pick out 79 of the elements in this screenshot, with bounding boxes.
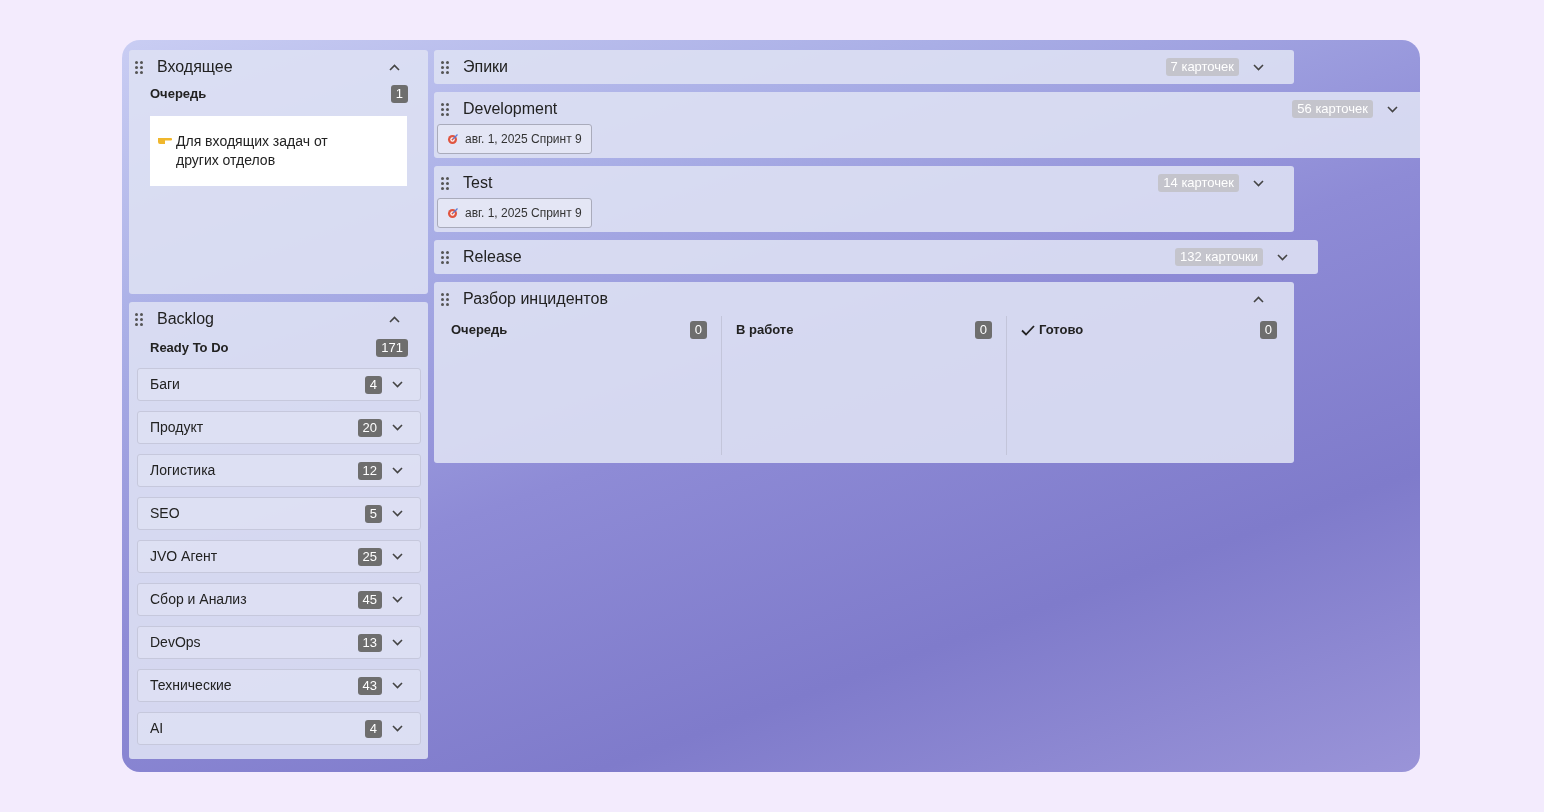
swimlane-name: AI bbox=[150, 719, 165, 738]
swimlane-name: Технические bbox=[150, 676, 233, 695]
drag-handle-icon[interactable] bbox=[441, 292, 449, 306]
lane-title: Эпики bbox=[463, 57, 510, 77]
drag-handle-icon[interactable] bbox=[135, 312, 143, 326]
count-badge: 171 bbox=[376, 339, 408, 357]
chevron-up-icon[interactable] bbox=[389, 315, 400, 323]
sprint-tag[interactable]: авг. 1, 2025 Спринт 9 bbox=[437, 198, 592, 228]
drag-handle-icon[interactable] bbox=[135, 60, 143, 74]
chevron-up-icon[interactable] bbox=[389, 63, 400, 71]
chevron-down-icon[interactable] bbox=[392, 639, 403, 646]
count-badge: 4 bbox=[364, 375, 382, 394]
lane-title: Test bbox=[463, 173, 494, 193]
drag-handle-icon[interactable] bbox=[441, 176, 449, 190]
lane-title: Release bbox=[463, 247, 523, 267]
count-badge: 5 bbox=[364, 504, 382, 523]
panel-title: Backlog bbox=[157, 309, 214, 329]
chevron-down-icon[interactable] bbox=[392, 510, 403, 517]
chevron-down-icon[interactable] bbox=[392, 725, 403, 732]
count-badge: 13 bbox=[357, 633, 382, 652]
count-badge: 0 bbox=[974, 321, 992, 339]
count-badge: 43 bbox=[357, 676, 382, 695]
count-badge: 1 bbox=[390, 85, 408, 103]
swimlane-row[interactable]: Логистика 12 bbox=[137, 454, 421, 487]
chevron-up-icon[interactable] bbox=[1253, 295, 1264, 303]
column-title: В работе bbox=[736, 321, 794, 340]
card-count-badge: 14 карточек bbox=[1158, 174, 1239, 192]
chevron-down-icon[interactable] bbox=[392, 467, 403, 474]
count-badge: 45 bbox=[357, 590, 382, 609]
pointing-hand-icon bbox=[158, 135, 172, 145]
lane-title: Разбор инцидентов bbox=[463, 289, 609, 309]
swimlane-row[interactable]: Сбор и Анализ 45 bbox=[137, 583, 421, 616]
chevron-down-icon[interactable] bbox=[392, 424, 403, 431]
chevron-down-icon[interactable] bbox=[392, 596, 403, 603]
count-badge: 25 bbox=[357, 547, 382, 566]
swimlane-row[interactable]: DevOps 13 bbox=[137, 626, 421, 659]
count-badge: 0 bbox=[689, 321, 707, 339]
chevron-down-icon[interactable] bbox=[392, 381, 403, 388]
card-count-badge: 56 карточек bbox=[1292, 100, 1373, 118]
count-badge: 12 bbox=[357, 461, 382, 480]
chevron-down-icon[interactable] bbox=[392, 553, 403, 560]
swimlane-row[interactable]: Баги 4 bbox=[137, 368, 421, 401]
card-count-badge: 132 карточки bbox=[1175, 248, 1263, 266]
swimlane-name: SEO bbox=[150, 504, 181, 523]
target-icon bbox=[447, 133, 459, 145]
task-card[interactable]: Для входящих задач от других отделов bbox=[150, 116, 407, 186]
column-title: Очередь bbox=[451, 321, 508, 340]
swimlane-row[interactable]: Технические 43 bbox=[137, 669, 421, 702]
count-badge: 0 bbox=[1259, 321, 1277, 339]
column-title: Ready To Do bbox=[150, 339, 229, 358]
column-title: Очередь bbox=[150, 85, 207, 104]
chevron-down-icon[interactable] bbox=[1387, 105, 1398, 113]
swimlane-row[interactable]: Продукт 20 bbox=[137, 411, 421, 444]
column-title: Готово bbox=[1039, 321, 1084, 340]
panel-title: Входящее bbox=[157, 57, 233, 77]
drag-handle-icon[interactable] bbox=[441, 60, 449, 74]
swimlane-name: Сбор и Анализ bbox=[150, 590, 248, 609]
chevron-down-icon[interactable] bbox=[392, 682, 403, 689]
checkmark-icon bbox=[1021, 324, 1035, 336]
count-badge: 4 bbox=[364, 719, 382, 738]
swimlane-name: Баги bbox=[150, 375, 181, 394]
chevron-down-icon[interactable] bbox=[1277, 253, 1288, 261]
sprint-tag[interactable]: авг. 1, 2025 Спринт 9 bbox=[437, 124, 592, 154]
lane-title: Development bbox=[463, 99, 559, 119]
swimlane-name: JVO Агент bbox=[150, 547, 219, 566]
card-text: Для входящих задач от других отделов bbox=[176, 132, 329, 170]
chevron-down-icon[interactable] bbox=[1253, 179, 1264, 187]
swimlane-name: DevOps bbox=[150, 633, 202, 652]
swimlane-row[interactable]: SEO 5 bbox=[137, 497, 421, 530]
chevron-down-icon[interactable] bbox=[1253, 63, 1264, 71]
swimlane-row[interactable]: AI 4 bbox=[137, 712, 421, 745]
target-icon bbox=[447, 207, 459, 219]
count-badge: 20 bbox=[357, 418, 382, 437]
swimlane-name: Логистика bbox=[150, 461, 217, 480]
swimlane-row[interactable]: JVO Агент 25 bbox=[137, 540, 421, 573]
drag-handle-icon[interactable] bbox=[441, 250, 449, 264]
drag-handle-icon[interactable] bbox=[441, 102, 449, 116]
swimlane-name: Продукт bbox=[150, 418, 205, 437]
card-count-badge: 7 карточек bbox=[1165, 58, 1239, 76]
